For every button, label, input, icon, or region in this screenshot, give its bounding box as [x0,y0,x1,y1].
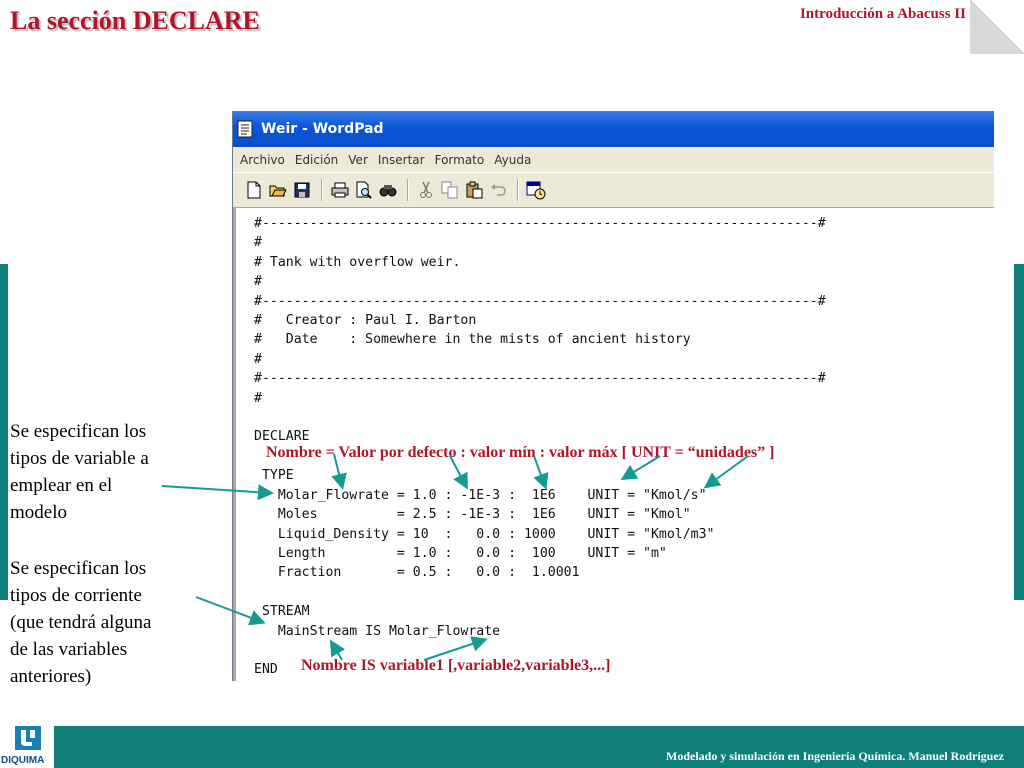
stream-note-line: (que tendrá alguna [10,612,152,633]
right-accent-bar [1014,264,1024,600]
stream-note-line: Se especifican los [10,558,147,579]
menu-bar: Archivo Edición Ver Insertar Formato Ayu… [233,147,994,172]
find-button[interactable] [377,179,399,201]
document-line: MainStream IS Molar_Flowrate [254,623,501,639]
menu-formato[interactable]: Formato [435,153,485,167]
stream-note-line: de las variables [10,639,128,660]
cut-icon [420,181,432,198]
document-line: Fraction = 0.5 : 0.0 : 1.0001 [254,565,580,581]
window-titlebar[interactable]: Weir - WordPad [233,111,994,147]
cut-button[interactable] [415,179,437,201]
wordpad-app-icon [237,120,253,138]
menu-ayuda[interactable]: Ayuda [494,153,531,167]
date-time-icon [526,181,546,200]
document-line: #---------------------------------------… [254,293,826,309]
new-button[interactable] [243,179,265,201]
menu-insertar[interactable]: Insertar [378,153,425,167]
slide-title: La sección DECLARE [10,6,260,35]
document-line: # Date : Somewhere in the mists of ancie… [254,332,691,348]
document-line: Molar_Flowrate = 1.0 : -1E-3 : 1E6 UNIT … [254,487,707,503]
document-line: TYPE [254,468,294,484]
undo-icon [491,184,506,196]
date-time-button[interactable] [525,179,547,201]
toolbar-separator [321,179,323,201]
document-line: # Creator : Paul I. Barton [254,313,477,329]
toolbar [233,172,994,208]
document-line: Length = 1.0 : 0.0 : 100 UNIT = "m" [254,545,667,561]
footer-text: Modelado y simulación en Ingeniería Quím… [666,749,1004,763]
save-icon [294,182,310,198]
document-line: # Tank with overflow weir. [254,254,461,270]
document-line: # [254,351,262,367]
toolbar-separator [517,179,519,201]
type-syntax-annotation: Nombre = Valor por defecto : valor mín :… [266,444,775,461]
print-preview-icon [356,181,372,199]
save-button[interactable] [291,179,313,201]
document-line: # [254,390,262,406]
type-note-line: emplear en el [10,475,113,496]
type-note: Se especifican los tipos de variable a e… [10,418,149,526]
find-icon [379,185,397,197]
copy-icon [441,181,458,199]
type-note-line: tipos de variable a [10,448,149,469]
stream-note-line: tipos de corriente [10,585,142,606]
undo-button[interactable] [487,179,509,201]
paste-icon [466,181,483,199]
logo-mark-icon [15,726,41,750]
type-note-line: modelo [10,502,67,523]
open-button[interactable] [267,179,289,201]
document-line: # [254,274,262,290]
wordpad-window: Weir - WordPad Archivo Edición Ver Inser… [232,111,994,681]
paste-button[interactable] [463,179,485,201]
open-icon [269,185,287,197]
logo-text: DIQUIMA [1,755,45,766]
document-line: Moles = 2.5 : -1E-3 : 1E6 UNIT = "Kmol" [254,507,691,523]
document-line: Liquid_Density = 10 : 0.0 : 1000 UNIT = … [254,526,715,542]
stream-note: Se especifican los tipos de corriente (q… [10,555,151,690]
menu-edicion[interactable]: Edición [295,153,338,167]
stream-note-line: anteriores) [10,666,92,687]
copy-button[interactable] [439,179,461,201]
print-preview-button[interactable] [353,179,375,201]
document-line: #---------------------------------------… [254,216,826,231]
page-corner-icon [970,0,1024,54]
type-note-line: Se especifican los [10,421,147,442]
print-icon [331,182,349,198]
new-icon [247,181,261,199]
stream-syntax-annotation: Nombre IS variable1 [,variable2,variable… [301,657,611,674]
diquima-logo: DIQUIMA [0,722,54,768]
course-title: Introducción a Abacuss II [799,6,966,22]
document-line: STREAM [254,604,310,620]
print-button[interactable] [329,179,351,201]
menu-archivo[interactable]: Archivo [240,153,285,167]
document-line: #---------------------------------------… [254,371,826,387]
left-accent-bar [0,264,8,600]
window-title: Weir - WordPad [261,121,384,137]
document-line: # [254,235,262,251]
menu-ver[interactable]: Ver [348,153,368,167]
toolbar-separator [407,179,409,201]
